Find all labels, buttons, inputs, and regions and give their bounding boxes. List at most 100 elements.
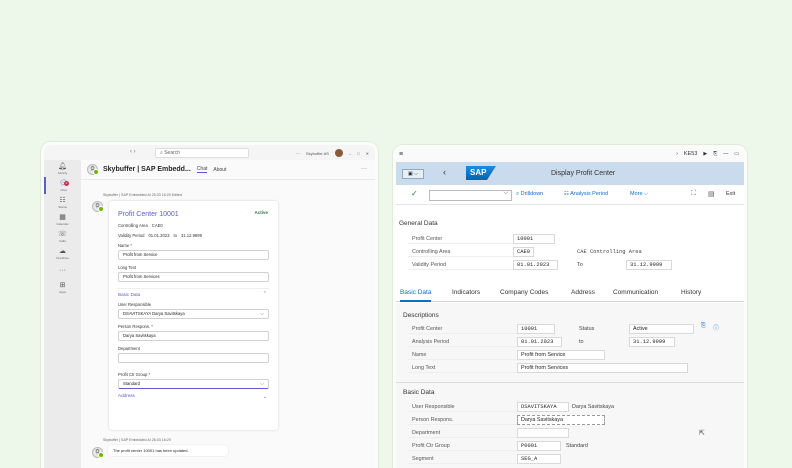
- rail-calls[interactable]: ☏ Calls: [44, 228, 81, 245]
- person-resp-field[interactable]: Darya Savitskaya: [517, 415, 605, 425]
- bot-avatar: ⛭: [92, 201, 104, 212]
- rail-onedrive[interactable]: ☁ OneDrive: [44, 245, 81, 262]
- minimize-icon[interactable]: –: [349, 151, 351, 156]
- analysis-label: Analysis Period: [570, 191, 609, 197]
- tab-chat[interactable]: Chat: [196, 166, 208, 173]
- basic-data-section[interactable]: Basic Data ⌃: [118, 288, 269, 297]
- controlling-area-value: CAE0: [151, 223, 163, 228]
- search-icon: ⌕: [160, 150, 163, 156]
- text-icon[interactable]: ⎘: [701, 323, 706, 330]
- reply-message: The profit center 10001 has been updated…: [108, 445, 228, 456]
- long-text-field[interactable]: Profit from Services: [118, 272, 269, 282]
- rail-chat[interactable]: 💬︎1Chat: [44, 177, 81, 194]
- valid-to: 31.12.9999: [180, 233, 202, 238]
- close-icon[interactable]: ✕: [366, 151, 369, 156]
- avatar[interactable]: [334, 149, 343, 157]
- more-icon[interactable]: ···: [296, 151, 300, 156]
- tab-communication[interactable]: Communication: [613, 289, 658, 302]
- status-field[interactable]: Active: [629, 324, 694, 334]
- rail-more[interactable]: ···: [44, 262, 81, 279]
- segment-field[interactable]: SEG_A: [517, 454, 561, 464]
- search-input[interactable]: ⌕ Search: [155, 148, 249, 158]
- back-icon[interactable]: ‹: [443, 167, 446, 177]
- name-field[interactable]: Profit from Service: [118, 250, 269, 260]
- transaction-code: KE53: [683, 151, 698, 157]
- status-badge: Active: [254, 210, 268, 215]
- pctr-group-label: Profit Ctr Group *: [118, 372, 151, 377]
- drilldown-button[interactable]: ⌕ Drilldown: [516, 191, 543, 198]
- long-text-field[interactable]: Profit from Services: [517, 363, 688, 373]
- pctr-group-label: Profit Ctr Group: [408, 441, 518, 451]
- play-icon[interactable]: ▶: [703, 151, 707, 157]
- person-resp-field[interactable]: Darya Savitskaya: [118, 331, 269, 341]
- profit-center-label: Profit Center: [408, 234, 514, 244]
- validity-label: Validity Period: [118, 233, 145, 238]
- rail-apps[interactable]: ⊞ Apps: [44, 279, 81, 296]
- screen-menu-button[interactable]: ▣ ⌵: [402, 169, 424, 179]
- department-label: Department: [118, 346, 140, 351]
- tab-company-codes[interactable]: Company Codes: [500, 289, 548, 302]
- profit-center-field[interactable]: 10001: [513, 234, 555, 244]
- address-section[interactable]: Address ⌄: [118, 392, 269, 400]
- tab-indicators[interactable]: Indicators: [452, 289, 480, 302]
- basic-data-title: Basic Data: [403, 389, 435, 396]
- maximize-icon[interactable]: ▭: [734, 151, 739, 157]
- tab-address[interactable]: Address: [571, 289, 595, 302]
- pctr-group-field[interactable]: P0001: [517, 441, 561, 451]
- sap-window: ≡ › KE53 ▶ ⎘ — ▭ ▣ ⌵ ‹ SAP Display Profi…: [393, 145, 747, 468]
- analysis-period-button[interactable]: ☷ Analysis Period: [564, 191, 608, 197]
- teams-icon: ☷: [59, 196, 66, 204]
- chevron-right-icon[interactable]: ›: [676, 151, 678, 157]
- rail-teams[interactable]: ☷ Teams: [44, 194, 81, 211]
- controlling-area-field[interactable]: CAE0: [513, 247, 534, 257]
- department-field[interactable]: [517, 428, 569, 438]
- long-text-label: Long Text: [408, 363, 518, 373]
- chevron-up-icon: ⌃: [262, 291, 267, 297]
- to-label: To: [577, 262, 583, 268]
- user-resp-select[interactable]: DSAVITSKAYA Darya Savitskaya: [118, 309, 269, 319]
- fullscreen-icon[interactable]: ⛶: [691, 190, 696, 198]
- check-icon[interactable]: ✓: [411, 189, 418, 198]
- long-text-label: Long Text: [118, 265, 137, 270]
- user-resp-label: User Responsible: [118, 302, 152, 307]
- exit-button[interactable]: Exit: [726, 191, 735, 197]
- user-resp-label: User Responsible: [408, 402, 518, 412]
- chat-header: ⛭ Skybuffer | SAP Embedd... Chat About ·…: [81, 160, 375, 180]
- sap-topbar: ≡ › KE53 ▶ ⎘ — ▭: [396, 148, 744, 162]
- tab-history[interactable]: History: [681, 289, 701, 302]
- menu-icon[interactable]: ≡: [399, 151, 403, 158]
- analysis-from-field[interactable]: 01.01.2023: [517, 337, 562, 347]
- drilldown-icon: ⌕: [516, 191, 520, 197]
- window-icon[interactable]: ▤: [708, 190, 715, 198]
- phone-icon: ☏: [58, 230, 67, 238]
- more-icon[interactable]: ···: [361, 166, 367, 172]
- validity-row: Validity Period 01.01.2023 to 31.12.9999: [118, 233, 269, 238]
- valid-from-field[interactable]: 01.01.2023: [513, 260, 558, 270]
- search-placeholder: Search: [164, 150, 181, 156]
- calendar-icon: ▦: [59, 213, 66, 221]
- minimize-icon[interactable]: —: [723, 151, 728, 157]
- share-icon[interactable]: ⎘: [713, 151, 717, 157]
- pctr-group-select[interactable]: Standard: [118, 379, 269, 389]
- info-icon[interactable]: ⓘ: [713, 323, 719, 332]
- maximize-icon[interactable]: □: [357, 151, 359, 156]
- status-label: Status: [579, 326, 595, 332]
- desc-profit-center-field[interactable]: 10001: [517, 324, 555, 334]
- command-field[interactable]: [429, 190, 512, 201]
- validity-period-label: Validity Period: [408, 260, 514, 270]
- name-field[interactable]: Profit from Service: [517, 350, 605, 360]
- chevron-down-icon: ⌄: [262, 394, 267, 400]
- analysis-to-field[interactable]: 31.12.9999: [629, 337, 675, 347]
- apps-icon: ⊞: [59, 281, 66, 289]
- teams-window: ‹ › ⌕ Search ··· Skybuffer AS – □ ✕ 🔔︎ Ac…: [41, 142, 378, 468]
- nav-arrows[interactable]: ‹ ›: [130, 149, 136, 155]
- tab-about[interactable]: About: [213, 167, 226, 173]
- department-field[interactable]: [118, 353, 269, 363]
- tab-basic-data[interactable]: Basic Data: [400, 289, 432, 302]
- rail-activity[interactable]: 🔔︎ Activity: [44, 160, 81, 177]
- user-resp-field[interactable]: DSAVITSKAYA: [517, 402, 569, 412]
- valid-to-field[interactable]: 31.12.9999: [626, 260, 672, 270]
- more-button[interactable]: More ⌵: [630, 191, 648, 198]
- analysis-to-label: to: [579, 339, 584, 345]
- rail-calendar[interactable]: ▦ Calendar: [44, 211, 81, 228]
